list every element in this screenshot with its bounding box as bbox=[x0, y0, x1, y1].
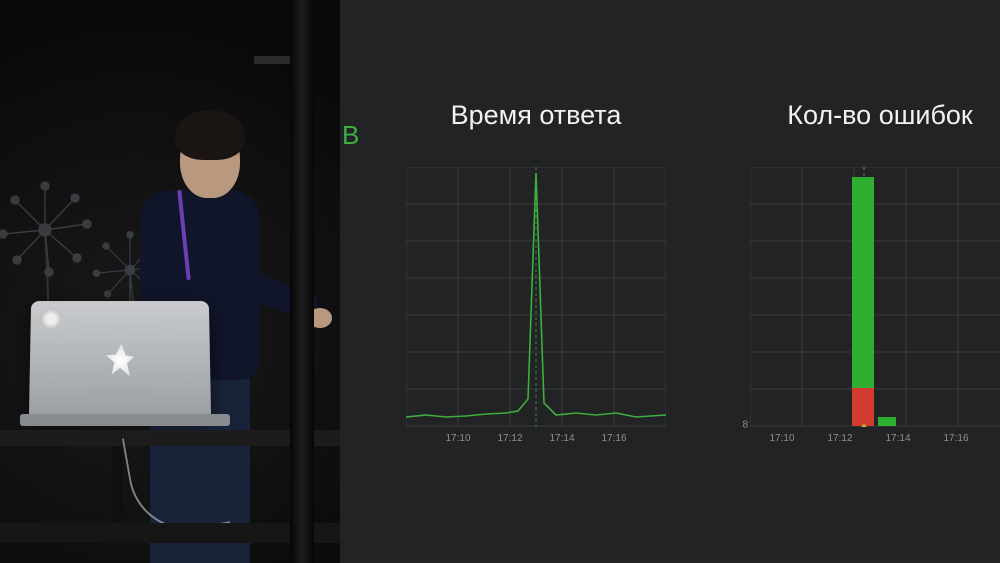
response-time-x-ticks: 17:10 17:12 17:14 17:16 bbox=[406, 433, 666, 453]
response-time-chart: 17:10 17:12 17:14 17:16 bbox=[406, 167, 666, 427]
response-time-title: Время ответа bbox=[396, 100, 676, 131]
xtick: 17:14 bbox=[549, 433, 574, 444]
error-bar-1-green bbox=[852, 177, 874, 388]
presenter-camera-pane bbox=[0, 0, 340, 563]
xtick: 17:12 bbox=[827, 433, 852, 444]
xtick: 17:10 bbox=[769, 433, 794, 444]
xtick: 17:16 bbox=[943, 433, 968, 444]
light-stand-bracket bbox=[254, 56, 294, 64]
desk-bar-lower bbox=[0, 523, 340, 543]
slide-edge-letter: В bbox=[342, 120, 359, 151]
ytick: 8 bbox=[742, 420, 748, 431]
error-count-title: Кол-во ошибок bbox=[740, 100, 1000, 131]
error-count-x-ticks: 17:10 17:12 17:14 17:16 17 bbox=[750, 433, 1000, 453]
error-bar-1-red bbox=[852, 388, 874, 426]
error-bar-2-green bbox=[878, 417, 896, 426]
xtick: 17:14 bbox=[885, 433, 910, 444]
error-count-chart: 17:10 17:12 17:14 17:16 17 8 bbox=[750, 167, 1000, 427]
video-frame: В Время ответа bbox=[0, 0, 1000, 563]
slide-pane: В Время ответа bbox=[340, 0, 1000, 563]
xtick: 17:16 bbox=[601, 433, 626, 444]
error-count-chart-block: Кол-во ошибок bbox=[740, 100, 1000, 427]
xtick: 17:12 bbox=[497, 433, 522, 444]
light-stand-pole bbox=[290, 0, 314, 563]
laptop-sticker bbox=[40, 308, 62, 330]
xtick: 17:10 bbox=[445, 433, 470, 444]
error-count-y-ticks: 8 bbox=[732, 167, 748, 427]
response-time-chart-block: Время ответа bbox=[396, 100, 676, 427]
